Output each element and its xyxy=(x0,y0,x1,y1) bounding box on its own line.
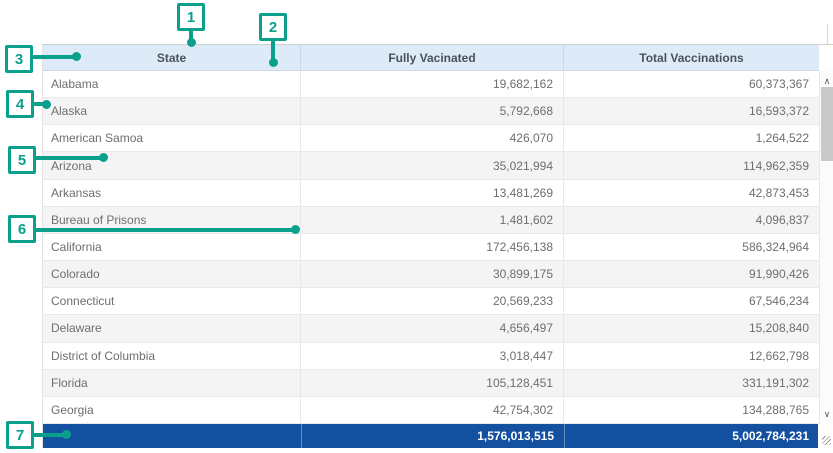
cell-state: Florida xyxy=(43,370,301,397)
callout-number-box: 6 xyxy=(8,215,36,243)
cell-total-vaccinations: 60,373,367 xyxy=(564,71,819,98)
cell-fully-vaccinated: 4,656,497 xyxy=(301,315,564,342)
column-header-state[interactable]: State xyxy=(43,45,301,70)
table-row[interactable]: Alabama 19,682,162 60,373,367 xyxy=(43,71,819,98)
table-row[interactable]: Alaska 5,792,668 16,593,372 xyxy=(43,98,819,125)
callout-stem xyxy=(31,55,73,59)
table-row[interactable]: Georgia 42,754,302 134,288,765 xyxy=(43,397,819,424)
callout-number-box: 2 xyxy=(259,13,287,41)
table-header-row: State Fully Vacinated Total Vaccinations xyxy=(43,45,819,71)
cell-state: Arkansas xyxy=(43,180,301,207)
cell-state: California xyxy=(43,234,301,261)
cell-fully-vaccinated: 426,070 xyxy=(301,125,564,152)
cell-total-vaccinations: 134,288,765 xyxy=(564,397,819,424)
callout-dot xyxy=(99,153,108,162)
cell-fully-vaccinated: 172,456,138 xyxy=(301,234,564,261)
table-row[interactable]: Arizona 35,021,994 114,962,359 xyxy=(43,152,819,179)
cell-total-vaccinations: 1,264,522 xyxy=(564,125,819,152)
vaccination-table: State Fully Vacinated Total Vaccinations… xyxy=(42,44,833,448)
cell-state: Alaska xyxy=(43,98,301,125)
screenshot-canvas: State Fully Vacinated Total Vaccinations… xyxy=(0,0,833,453)
summary-state-cell xyxy=(43,424,301,448)
callout-number-box: 1 xyxy=(177,3,205,31)
summary-total-vaccinations: 5,002,784,231 xyxy=(564,424,819,448)
cell-fully-vaccinated: 19,682,162 xyxy=(301,71,564,98)
callout-stem xyxy=(271,39,275,60)
callout-stem xyxy=(32,433,65,437)
table-row[interactable]: American Samoa 426,070 1,264,522 xyxy=(43,125,819,152)
chevron-up-icon: ∧ xyxy=(824,77,831,86)
table-row[interactable]: District of Columbia 3,018,447 12,662,79… xyxy=(43,343,819,370)
callout-stem xyxy=(34,156,101,160)
cell-total-vaccinations: 16,593,372 xyxy=(564,98,819,125)
cell-total-vaccinations: 42,873,453 xyxy=(564,180,819,207)
cell-fully-vaccinated: 35,021,994 xyxy=(301,152,564,179)
callout-number: 2 xyxy=(269,19,277,36)
callout-dot xyxy=(291,225,300,234)
table-body: Alabama 19,682,162 60,373,367 Alaska 5,7… xyxy=(43,71,833,424)
scroll-down-button[interactable]: ∨ xyxy=(820,406,833,422)
cell-fully-vaccinated: 42,754,302 xyxy=(301,397,564,424)
callout-number: 3 xyxy=(15,51,23,68)
table-row[interactable]: Connecticut 20,569,233 67,546,234 xyxy=(43,288,819,315)
callout-number: 6 xyxy=(18,221,26,238)
callout-number: 1 xyxy=(187,9,195,26)
chevron-down-icon: ∨ xyxy=(824,410,831,419)
resize-grip-icon[interactable] xyxy=(822,436,831,445)
callout-dot xyxy=(72,52,81,61)
callout-number-box: 4 xyxy=(6,90,34,118)
cell-state: American Samoa xyxy=(43,125,301,152)
vertical-scrollbar[interactable]: ∧ ∨ xyxy=(819,71,833,424)
table-row[interactable]: California 172,456,138 586,324,964 xyxy=(43,234,819,261)
callout-dot xyxy=(269,58,278,67)
cell-fully-vaccinated: 13,481,269 xyxy=(301,180,564,207)
callout-dot xyxy=(62,430,71,439)
callout-number-box: 7 xyxy=(6,421,34,449)
cell-total-vaccinations: 586,324,964 xyxy=(564,234,819,261)
cell-state: Georgia xyxy=(43,397,301,424)
cell-fully-vaccinated: 105,128,451 xyxy=(301,370,564,397)
cell-state: Delaware xyxy=(43,315,301,342)
column-header-fully-vaccinated[interactable]: Fully Vacinated xyxy=(301,45,564,70)
column-header-total-vaccinations[interactable]: Total Vaccinations xyxy=(564,45,819,70)
callout-number: 5 xyxy=(18,152,26,169)
table-row[interactable]: Arkansas 13,481,269 42,873,453 xyxy=(43,180,819,207)
callout-number: 7 xyxy=(16,427,24,444)
cell-total-vaccinations: 91,990,426 xyxy=(564,261,819,288)
callout-dot xyxy=(187,38,196,47)
cell-fully-vaccinated: 20,569,233 xyxy=(301,288,564,315)
callout-number: 4 xyxy=(16,96,24,113)
table-row[interactable]: Florida 105,128,451 331,191,302 xyxy=(43,370,819,397)
summary-fully-vaccinated: 1,576,013,515 xyxy=(301,424,564,448)
cell-fully-vaccinated: 1,481,602 xyxy=(301,207,564,234)
table-row[interactable]: Delaware 4,656,497 15,208,840 xyxy=(43,315,819,342)
callout-number-box: 5 xyxy=(8,146,36,174)
cell-fully-vaccinated: 5,792,668 xyxy=(301,98,564,125)
callout-dot xyxy=(42,100,51,109)
callout-number-box: 3 xyxy=(5,45,33,73)
cell-state: Colorado xyxy=(43,261,301,288)
cell-total-vaccinations: 331,191,302 xyxy=(564,370,819,397)
scrollbar-thumb[interactable] xyxy=(821,87,833,161)
cell-state: Alabama xyxy=(43,71,301,98)
cell-total-vaccinations: 15,208,840 xyxy=(564,315,819,342)
cell-fully-vaccinated: 30,899,175 xyxy=(301,261,564,288)
cell-state: Connecticut xyxy=(43,288,301,315)
window-edge-artifact xyxy=(827,24,828,44)
summary-row: 1,576,013,515 5,002,784,231 xyxy=(43,424,819,448)
cell-total-vaccinations: 114,962,359 xyxy=(564,152,819,179)
cell-total-vaccinations: 12,662,798 xyxy=(564,343,819,370)
cell-fully-vaccinated: 3,018,447 xyxy=(301,343,564,370)
cell-total-vaccinations: 4,096,837 xyxy=(564,207,819,234)
cell-total-vaccinations: 67,546,234 xyxy=(564,288,819,315)
table-row[interactable]: Colorado 30,899,175 91,990,426 xyxy=(43,261,819,288)
callout-stem xyxy=(34,228,293,232)
cell-state: District of Columbia xyxy=(43,343,301,370)
scrollbar-corner xyxy=(818,424,833,448)
